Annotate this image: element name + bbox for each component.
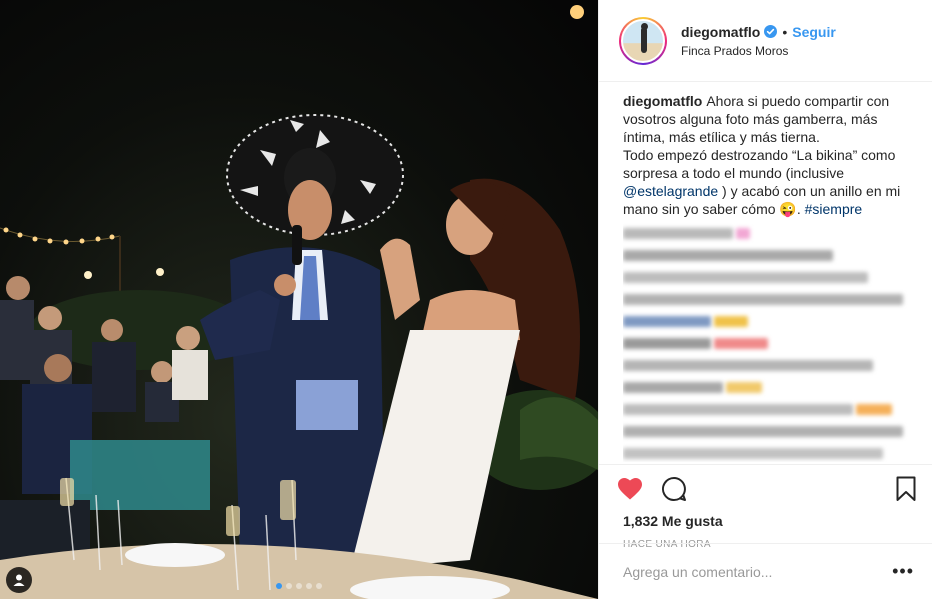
blurred-comment xyxy=(623,358,912,372)
caption-mention[interactable]: @estelagrande xyxy=(623,183,718,199)
avatar[interactable] xyxy=(621,18,665,63)
post-side-panel: diegomatflo • Seguir Finca Prados Moros … xyxy=(598,0,932,599)
add-comment-bar: ••• xyxy=(599,543,932,599)
post-header: diegomatflo • Seguir Finca Prados Moros xyxy=(599,0,932,82)
post-photo[interactable] xyxy=(0,0,598,599)
carousel-indicator xyxy=(276,583,322,589)
blurred-comment xyxy=(623,402,912,416)
more-options-button[interactable]: ••• xyxy=(892,561,914,582)
blurred-comment xyxy=(623,424,912,438)
bookmark-icon[interactable] xyxy=(896,476,916,502)
header-username[interactable]: diegomatflo xyxy=(681,24,760,40)
blurred-comment xyxy=(623,336,912,350)
blurred-comment xyxy=(623,380,912,394)
wedding-scene-illustration xyxy=(0,5,598,599)
comments-list[interactable]: diegomatflo Ahora si puedo compartir con … xyxy=(623,92,912,462)
instagram-post-modal: diegomatflo • Seguir Finca Prados Moros … xyxy=(0,0,932,599)
carousel-dot xyxy=(316,583,322,589)
blurred-comment xyxy=(623,292,912,306)
carousel-dot xyxy=(306,583,312,589)
blurred-comment xyxy=(623,270,912,284)
verified-badge-icon xyxy=(764,25,778,38)
user-tag-icon[interactable] xyxy=(6,567,32,593)
carousel-dot xyxy=(286,583,292,589)
heart-icon[interactable] xyxy=(617,477,643,501)
blurred-comment xyxy=(623,314,912,328)
story-ring[interactable] xyxy=(619,16,667,65)
blurred-comment xyxy=(623,226,912,240)
post-actions: 1,832 Me gusta HACE UNA HORA xyxy=(599,464,932,550)
comment-input[interactable] xyxy=(623,563,893,580)
separator: • xyxy=(782,23,788,40)
caption: diegomatflo Ahora si puedo compartir con … xyxy=(623,92,912,218)
blurred-comment xyxy=(623,248,912,262)
carousel-dot xyxy=(276,583,282,589)
location-link[interactable]: Finca Prados Moros xyxy=(681,44,836,58)
carousel-dot xyxy=(296,583,302,589)
caption-hashtag[interactable]: #siempre xyxy=(805,201,863,217)
comment-bubble-icon[interactable] xyxy=(661,476,687,502)
follow-button[interactable]: Seguir xyxy=(792,24,836,40)
caption-username[interactable]: diegomatflo xyxy=(623,93,702,109)
likes-count[interactable]: 1,832 Me gusta xyxy=(617,513,916,529)
blurred-comment xyxy=(623,446,912,460)
